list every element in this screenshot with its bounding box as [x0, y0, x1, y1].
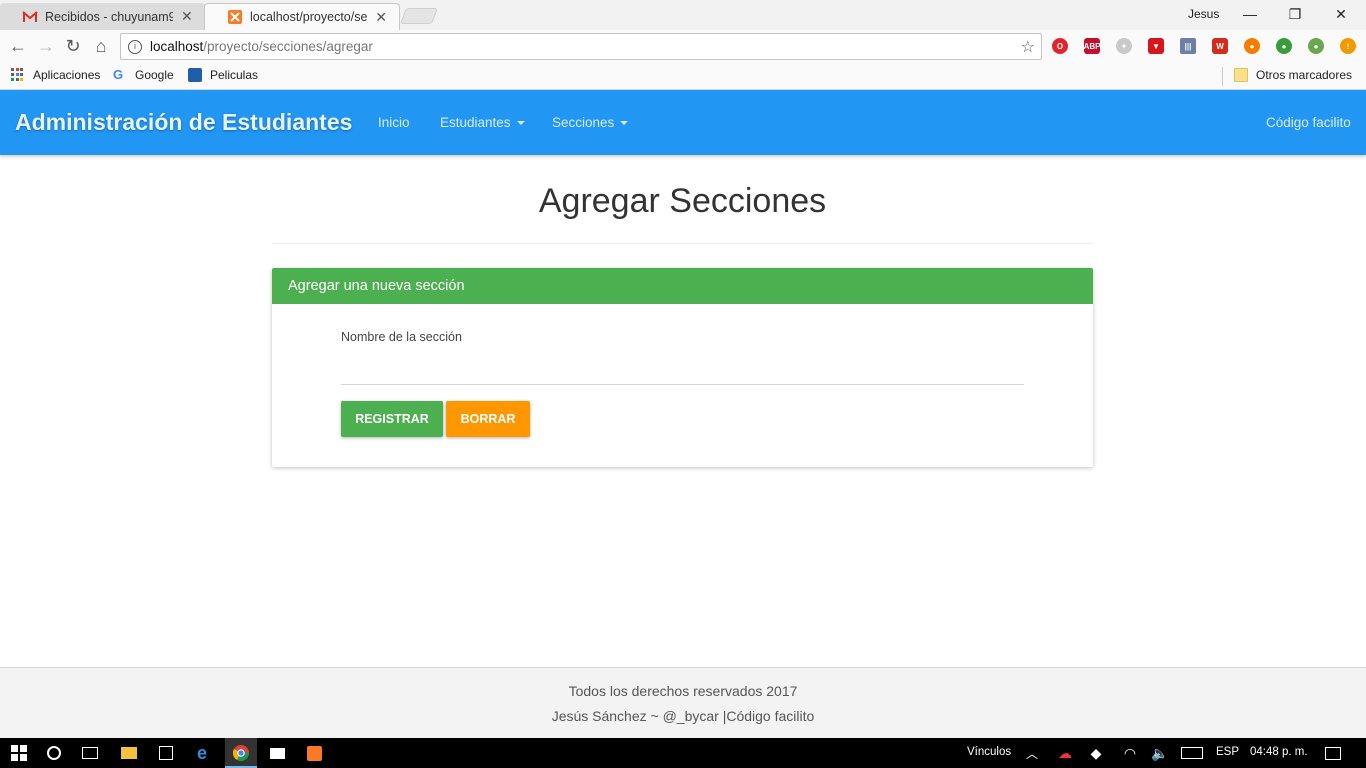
minimize-icon[interactable]: — [1235, 4, 1265, 24]
panel-heading: Agregar una nueva sección [272, 268, 1093, 304]
dropbox-icon[interactable]: ◆ [1086, 743, 1106, 763]
chevron-up-icon[interactable]: ︿ [1022, 743, 1042, 763]
file-explorer-icon[interactable] [119, 743, 139, 763]
xampp-icon [227, 9, 243, 25]
register-button[interactable]: REGISTRAR [341, 401, 443, 437]
tool-extension-icon[interactable]: ||| [1180, 38, 1196, 54]
bookmark-label: Peliculas [210, 68, 259, 82]
tab-localhost[interactable]: localhost/proyecto/secciones/agregar ✕ [204, 3, 400, 30]
clock[interactable]: 04:48 p. m. [1250, 746, 1308, 758]
reload-icon[interactable]: ↻ [63, 36, 83, 56]
wifi-icon[interactable]: ◠ [1120, 743, 1140, 763]
url-path: /proyecto/secciones/agregar [203, 39, 373, 54]
info-icon[interactable]: i [128, 39, 142, 54]
footer-credits: Jesús Sánchez ~ @_bycar |Código facilito [551, 708, 815, 724]
window-user[interactable]: Jesus [1188, 7, 1219, 21]
bookmark-peliculas[interactable]: Peliculas [188, 68, 258, 82]
close-tab-icon[interactable]: ✕ [375, 9, 387, 26]
bookmarks-divider [1222, 67, 1223, 86]
restore-icon[interactable]: ❐ [1280, 4, 1310, 24]
app-navbar: Administración de Estudiantes Inicio Est… [0, 90, 1366, 155]
adblock-extension-icon[interactable]: ABP [1084, 38, 1100, 54]
add-section-panel: Agregar una nueva sección Nombre de la s… [272, 268, 1093, 467]
edge-icon[interactable]: e [192, 743, 212, 763]
keyboard-icon[interactable] [1180, 743, 1204, 763]
bookmark-apps[interactable]: Aplicaciones [11, 68, 100, 82]
nav-link-codigo-facilito[interactable]: Código facilito [1266, 115, 1351, 130]
volume-muted-icon[interactable]: 🔈 [1150, 743, 1170, 763]
bookmark-label: Otros marcadores [1256, 68, 1353, 82]
firefox-extension-icon[interactable]: ● [1244, 38, 1260, 54]
url-host: localhost [150, 39, 204, 54]
shield-extension-icon[interactable]: ▼ [1148, 38, 1164, 54]
bookmarks-bar: Aplicaciones G Google Peliculas Otros ma… [0, 63, 1366, 90]
clear-button[interactable]: BORRAR [446, 401, 530, 437]
language-indicator[interactable]: ESP [1216, 746, 1239, 758]
chrome-icon[interactable] [231, 743, 251, 763]
google-icon: G [113, 67, 124, 82]
footer-copyright: Todos los derechos reservados 2017 [568, 683, 798, 699]
tab-gmail[interactable]: Recibidos - chuyunam93 ✕ [0, 3, 206, 30]
bookmark-star-icon[interactable]: ☆ [1021, 37, 1035, 57]
windows-start-icon[interactable] [9, 743, 29, 763]
task-view-icon[interactable] [80, 743, 100, 763]
new-tab-button[interactable] [400, 8, 438, 24]
wappalyzer-extension-icon[interactable]: W [1212, 38, 1228, 54]
opera-extension-icon[interactable]: O [1052, 38, 1068, 54]
extension-icon[interactable]: ✦ [1116, 38, 1132, 54]
tab-title: localhost/proyecto/secciones/agregar [250, 10, 368, 24]
section-name-input[interactable] [341, 353, 1024, 385]
vinculos-toolbar[interactable]: Vínculos [967, 746, 1011, 758]
movie-icon [188, 68, 202, 82]
apps-icon [11, 68, 25, 82]
bookmark-label: Aplicaciones [33, 68, 101, 82]
nav-link-label: Secciones [552, 115, 615, 130]
xampp-taskbar-icon[interactable] [304, 743, 324, 763]
chrome-extension-icon[interactable]: ● [1308, 38, 1324, 54]
caret-down-icon [516, 121, 525, 126]
mail-icon[interactable] [267, 743, 287, 763]
tab-title: Recibidos - chuyunam93 [45, 9, 173, 24]
alert-extension-icon[interactable]: ! [1340, 38, 1356, 54]
cloud-icon[interactable]: ☁ [1055, 743, 1075, 763]
browser-toolbar: ← → ↻ ⌂ i localhost/proyecto/secciones/a… [0, 30, 1366, 63]
windows-taskbar: e Vínculos ︿ ☁ ◆ ◠ 🔈 ESP 04:48 p. m. [0, 738, 1366, 768]
bookmark-other[interactable]: Otros marcadores [1234, 68, 1352, 82]
home-icon[interactable]: ⌂ [91, 36, 111, 56]
folder-icon [1234, 68, 1248, 82]
page-footer: Todos los derechos reservados 2017 Jesús… [0, 667, 1366, 738]
bookmark-label: Google [135, 68, 174, 82]
address-bar[interactable]: i localhost/proyecto/secciones/agregar ☆ [120, 33, 1042, 60]
section-name-label: Nombre de la sección [341, 330, 462, 344]
cortana-icon[interactable] [44, 743, 64, 763]
caret-down-icon [620, 121, 629, 126]
nav-dropdown-estudiantes[interactable]: Estudiantes [440, 115, 525, 130]
bookmark-google[interactable]: G Google [113, 67, 174, 83]
store-icon[interactable] [156, 743, 176, 763]
page-title: Agregar Secciones [538, 182, 827, 220]
back-icon[interactable]: ← [8, 36, 28, 56]
title-divider [272, 243, 1093, 244]
forward-icon[interactable]: → [36, 36, 56, 56]
navbar-brand[interactable]: Administración de Estudiantes [15, 109, 352, 136]
nav-link-label: Estudiantes [440, 115, 511, 130]
gmail-icon [22, 9, 38, 25]
close-tab-icon[interactable]: ✕ [181, 8, 193, 25]
notifications-icon[interactable] [1323, 743, 1343, 763]
browser-tab-strip: Recibidos - chuyunam93 ✕ localhost/proye… [0, 0, 1366, 30]
close-window-icon[interactable]: ✕ [1326, 4, 1356, 24]
globe-extension-icon[interactable]: ● [1276, 38, 1292, 54]
nav-dropdown-secciones[interactable]: Secciones [552, 115, 629, 130]
nav-link-inicio[interactable]: Inicio [378, 115, 410, 130]
